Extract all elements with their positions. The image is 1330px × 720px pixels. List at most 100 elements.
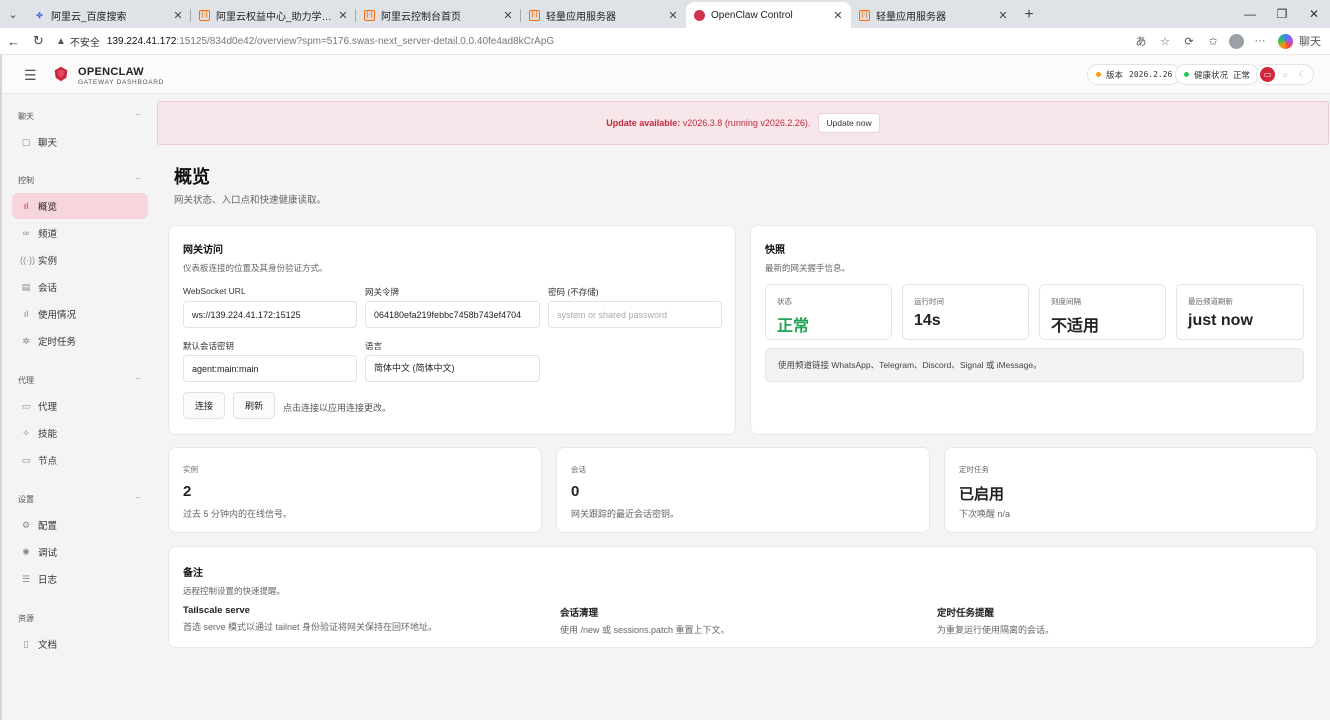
dark-theme-icon[interactable]: ☾ (1295, 67, 1310, 82)
stat-status: 状态 正常 (765, 284, 892, 340)
extensions-icon[interactable]: ⟳ (1177, 28, 1201, 55)
collapse-icon[interactable]: – (136, 110, 140, 119)
close-window-icon[interactable]: ✕ (1298, 0, 1330, 28)
radio-icon: ((·)) (20, 255, 35, 265)
not-secure-label[interactable]: 不安全 (70, 34, 100, 49)
new-tab-button[interactable]: + (1016, 2, 1042, 28)
sidebar-item-label: 聊天 (38, 138, 58, 149)
update-now-button[interactable]: Update now (818, 113, 880, 133)
sidebar-item-label: 配置 (38, 521, 58, 532)
gateway-access-card: 网关访问 仪表板连接的位置及其身份验证方式。 WebSocket URL 网关令… (168, 225, 736, 435)
sidebar-item-docs[interactable]: ▯ 文档 (12, 631, 148, 657)
websocket-url-input[interactable] (183, 301, 357, 328)
sidebar-item-sessions[interactable]: ▤ 会话 (12, 274, 148, 300)
sidebar-item-label: 日志 (38, 575, 58, 586)
log-icon: ☰ (21, 573, 31, 584)
browser-tab-active[interactable]: OpenClaw Control ✕ (686, 2, 851, 28)
sidebar-item-label: 代理 (38, 402, 58, 413)
favorite-star-icon[interactable]: ☆ (1153, 28, 1177, 55)
sidebar-item-logs[interactable]: ☰ 日志 (12, 566, 148, 592)
collapse-icon[interactable]: – (136, 374, 140, 383)
note-desc: 为重复运行使用隔离的会话。 (937, 625, 1055, 635)
browser-tab[interactable]: ✤ 阿里云_百度搜索 ✕ (26, 2, 191, 28)
sidebar-item-cron[interactable]: ✲ 定时任务 (12, 328, 148, 354)
warning-icon[interactable]: ▲ (56, 36, 66, 47)
connect-button[interactable]: 连接 (183, 392, 225, 419)
link-icon: ∞ (22, 228, 30, 238)
stat-value: just now (1188, 312, 1253, 329)
book-icon: ▯ (23, 638, 29, 649)
stat-label: 运行时间 (914, 297, 944, 306)
url-field[interactable]: ▲ 不安全 139.224.41.172 :15125/834d0e42/ove… (56, 30, 1126, 52)
aliyun-favicon-icon: [-] (859, 9, 870, 21)
note-item: 定时任务提醒 为重复运行使用隔离的会话。 (937, 605, 1054, 636)
stat-value: 14s (914, 312, 941, 329)
sidebar-item-agents[interactable]: ▭ 代理 (12, 393, 148, 419)
sidebar-item-debug[interactable]: ✺ 调试 (12, 539, 148, 565)
sidebar-item-label: 实例 (38, 256, 58, 267)
gear-icon: ⚙ (21, 519, 31, 530)
note-desc: 使用 /new 或 sessions.patch 重置上下文。 (560, 625, 730, 635)
light-theme-icon[interactable]: ☼ (1277, 67, 1292, 82)
tab-close-icon[interactable]: ✕ (996, 9, 1010, 22)
collapse-icon[interactable]: – (136, 493, 140, 502)
back-icon[interactable]: ← (1, 28, 26, 55)
language-select[interactable]: 简体中文 (简体中文) (365, 355, 540, 382)
window-controls: — ❐ ✕ (1234, 0, 1330, 28)
tab-close-icon[interactable]: ✕ (666, 9, 680, 22)
tab-close-icon[interactable]: ✕ (171, 9, 185, 22)
copilot-button[interactable]: 聊天 (1272, 28, 1330, 55)
collapse-icon[interactable]: – (136, 174, 140, 183)
sidebar-item-channels[interactable]: ∞ 频道 (12, 220, 148, 246)
sidebar-item-usage[interactable]: ıl 使用情况 (12, 301, 148, 327)
stat-tick-interval: 刻度间隔 不适用 (1039, 284, 1166, 340)
refresh-button[interactable]: 刷新 (233, 392, 275, 419)
sidebar-item-nodes[interactable]: ▭ 节点 (12, 447, 148, 473)
translate-icon[interactable]: あ (1129, 28, 1153, 55)
tab-close-icon[interactable]: ✕ (831, 9, 845, 22)
sidebar-section-settings: 设置 (18, 495, 34, 504)
sidebar-item-label: 概览 (38, 202, 58, 213)
card-title: 备注 (183, 568, 203, 579)
openclaw-app: ☰ OPENCLAW GATEWAY DASHBOARD 版本 2026.2.2… (0, 55, 1330, 720)
menu-icon[interactable]: ☰ (24, 67, 37, 84)
tab-search-button[interactable]: ⌄ (0, 0, 26, 28)
sidebar-item-chat[interactable]: ▢ 聊天 (12, 129, 148, 155)
restore-icon[interactable]: ❐ (1266, 0, 1298, 28)
tab-title: 阿里云控制台首页 (381, 11, 461, 23)
tab-close-icon[interactable]: ✕ (501, 9, 515, 22)
aliyun-favicon-icon: [-] (199, 9, 210, 21)
browser-tab[interactable]: [-] 阿里云控制台首页 ✕ (356, 2, 521, 28)
more-options-icon[interactable]: ··· (1248, 28, 1272, 55)
card-title: 网关访问 (183, 245, 223, 256)
snapshot-card: 快照 最新的网关握手信息。 状态 正常 运行时间 14s 刻度间隔 不适用 最后… (750, 225, 1317, 435)
tab-close-icon[interactable]: ✕ (336, 9, 350, 22)
browser-tab[interactable]: [-] 轻量应用服务器 ✕ (521, 2, 686, 28)
tab-title: 轻量应用服务器 (876, 11, 946, 23)
favorites-icon[interactable]: ✩ (1201, 28, 1225, 55)
sidebar-item-overview[interactable]: ıl 概览 (12, 193, 148, 219)
system-theme-icon[interactable]: ▭ (1260, 67, 1276, 82)
browser-tab[interactable]: [-] 阿里云权益中心_助力学生、开发者 ✕ (191, 2, 356, 28)
stat-uptime: 运行时间 14s (902, 284, 1029, 340)
channel-link-note: 使用频道链接 WhatsApp、Telegram、Discord、Signal … (765, 348, 1304, 382)
profile-avatar[interactable] (1229, 33, 1244, 49)
theme-switcher: ▭ ☼ ☾ (1256, 64, 1314, 85)
sidebar-section-control: 控制 (18, 176, 34, 185)
page-title: 概览 (174, 167, 210, 187)
brand-title: OPENCLAW (78, 66, 144, 78)
session-key-input[interactable] (183, 355, 357, 382)
sidebar-item-config[interactable]: ⚙ 配置 (12, 512, 148, 538)
sidebar-item-skills[interactable]: ✧ 技能 (12, 420, 148, 446)
update-message: Update available: v2026.3.8 (running v20… (606, 118, 810, 128)
update-banner: Update available: v2026.3.8 (running v20… (157, 101, 1329, 145)
metric-value: 2 (183, 483, 192, 500)
browser-tab-bar: ⌄ ✤ 阿里云_百度搜索 ✕ [-] 阿里云权益中心_助力学生、开发者 ✕ [-… (0, 0, 1330, 28)
password-input[interactable] (548, 301, 722, 328)
gateway-token-input[interactable] (365, 301, 540, 328)
sidebar-item-instances[interactable]: ((·)) 实例 (12, 247, 148, 273)
minimize-icon[interactable]: — (1234, 0, 1266, 28)
notes-card: 备注 远程控制设置的快速提醒。 Tailscale serve 首选 serve… (168, 546, 1317, 648)
reload-icon[interactable]: ↻ (26, 28, 51, 55)
browser-tab[interactable]: [-] 轻量应用服务器 ✕ (851, 2, 1016, 28)
